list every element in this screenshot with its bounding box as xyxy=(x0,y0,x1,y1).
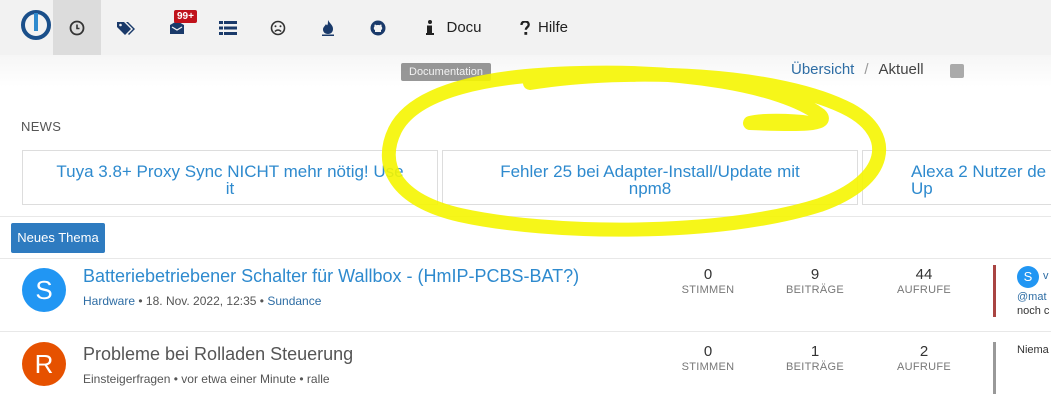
breadcrumb: Übersicht / Aktuell xyxy=(791,61,924,78)
breadcrumb-overview[interactable]: Übersicht xyxy=(791,61,854,78)
notification-badge: 99+ xyxy=(174,10,197,23)
meta-separator: • xyxy=(173,372,178,386)
nav-popular[interactable] xyxy=(303,0,353,55)
topic-title[interactable]: Probleme bei Rolladen Steuerung xyxy=(83,344,353,365)
views-count: 44 xyxy=(915,266,933,283)
nav-tags[interactable] xyxy=(101,0,151,55)
topic-user[interactable]: Sundance xyxy=(267,294,321,308)
last-post-bar xyxy=(993,265,996,317)
news-card[interactable]: Alexa 2 Nutzer de Up xyxy=(862,150,1051,205)
votes-stat: 0 STIMMEN xyxy=(668,343,748,373)
topic-category[interactable]: Einsteigerfragen xyxy=(83,372,170,386)
new-topic-button[interactable]: Neues Thema xyxy=(11,223,105,253)
nav-docu-label: Docu xyxy=(446,19,482,36)
views-label: AUFRUFE xyxy=(896,284,952,296)
posts-label: BEITRÄGE xyxy=(785,361,845,373)
breadcrumb-separator: / xyxy=(864,61,869,78)
posts-count: 9 xyxy=(810,266,820,283)
avatar[interactable]: S xyxy=(22,268,66,312)
posts-stat: 9 BEITRÄGE xyxy=(775,266,855,296)
votes-count: 0 xyxy=(703,266,713,283)
meta-separator: • xyxy=(138,294,143,308)
topic-title[interactable]: Batteriebetriebener Schalter für Wallbox… xyxy=(83,266,579,287)
last-post-text: Niema xyxy=(1017,344,1049,356)
tags-icon xyxy=(117,21,135,35)
unread-icon xyxy=(270,20,286,35)
rss-icon[interactable] xyxy=(950,64,964,78)
views-count: 2 xyxy=(919,343,929,360)
votes-label: STIMMEN xyxy=(681,361,735,373)
news-card[interactable]: Fehler 25 bei Adapter-Install/Update mit… xyxy=(442,150,858,205)
posts-label: BEITRÄGE xyxy=(785,284,845,296)
meta-separator: • xyxy=(299,372,304,386)
top-navbar: 99+ Docu Hilfe xyxy=(0,0,1051,55)
topic-meta: Hardware • 18. Nov. 2022, 12:35 • Sundan… xyxy=(83,294,321,308)
nav-list[interactable] xyxy=(203,0,253,55)
divider xyxy=(0,216,1051,217)
list-icon xyxy=(219,20,237,35)
avatar[interactable]: R xyxy=(22,342,66,386)
popular-icon xyxy=(322,19,334,36)
last-post-avatar[interactable]: S xyxy=(1017,266,1039,288)
nav-recent[interactable] xyxy=(53,0,101,55)
posts-count: 1 xyxy=(810,343,820,360)
recent-icon xyxy=(69,20,85,35)
votes-label: STIMMEN xyxy=(681,284,735,296)
nav-github[interactable] xyxy=(353,0,403,55)
last-post-bar xyxy=(993,342,996,394)
question-icon xyxy=(520,20,530,35)
views-stat: 2 AUFRUFE xyxy=(884,343,964,373)
news-card[interactable]: Tuya 3.8+ Proxy Sync NICHT mehr nötig! U… xyxy=(22,150,438,205)
news-heading: NEWS xyxy=(21,119,62,134)
topic-time[interactable]: 18. Nov. 2022, 12:35 xyxy=(146,294,257,308)
nav-docu[interactable]: Docu xyxy=(418,0,490,55)
meta-separator: • xyxy=(259,294,264,308)
docu-tooltip: Documentation xyxy=(401,63,491,81)
news-card-text: Tuya 3.8+ Proxy Sync NICHT mehr nötig! U… xyxy=(56,162,404,198)
nav-unread[interactable] xyxy=(253,0,303,55)
votes-count: 0 xyxy=(703,343,713,360)
info-icon xyxy=(426,20,435,35)
github-icon xyxy=(370,20,386,35)
divider xyxy=(0,331,1051,332)
news-card-text: Alexa 2 Nutzer de Up xyxy=(911,162,1047,198)
nav-hilfe[interactable]: Hilfe xyxy=(508,0,580,55)
iobroker-logo[interactable] xyxy=(20,9,52,41)
divider xyxy=(0,258,1051,259)
votes-stat: 0 STIMMEN xyxy=(668,266,748,296)
breadcrumb-current: Aktuell xyxy=(878,61,924,78)
last-post-mention[interactable]: @mat xyxy=(1017,291,1047,303)
topic-meta: Einsteigerfragen • vor etwa einer Minute… xyxy=(83,372,330,386)
last-post-text: noch c xyxy=(1017,305,1050,317)
topic-category[interactable]: Hardware xyxy=(83,294,135,308)
topic-time[interactable]: vor etwa einer Minute xyxy=(181,372,296,386)
last-post-user[interactable]: v xyxy=(1043,270,1049,282)
views-label: AUFRUFE xyxy=(896,361,952,373)
topic-user[interactable]: ralle xyxy=(307,372,330,386)
posts-stat: 1 BEITRÄGE xyxy=(775,343,855,373)
news-card-text: Fehler 25 bei Adapter-Install/Update mit… xyxy=(500,162,800,198)
views-stat: 44 AUFRUFE xyxy=(884,266,964,296)
nav-hilfe-label: Hilfe xyxy=(537,19,568,36)
nav-inbox[interactable] xyxy=(151,0,203,55)
